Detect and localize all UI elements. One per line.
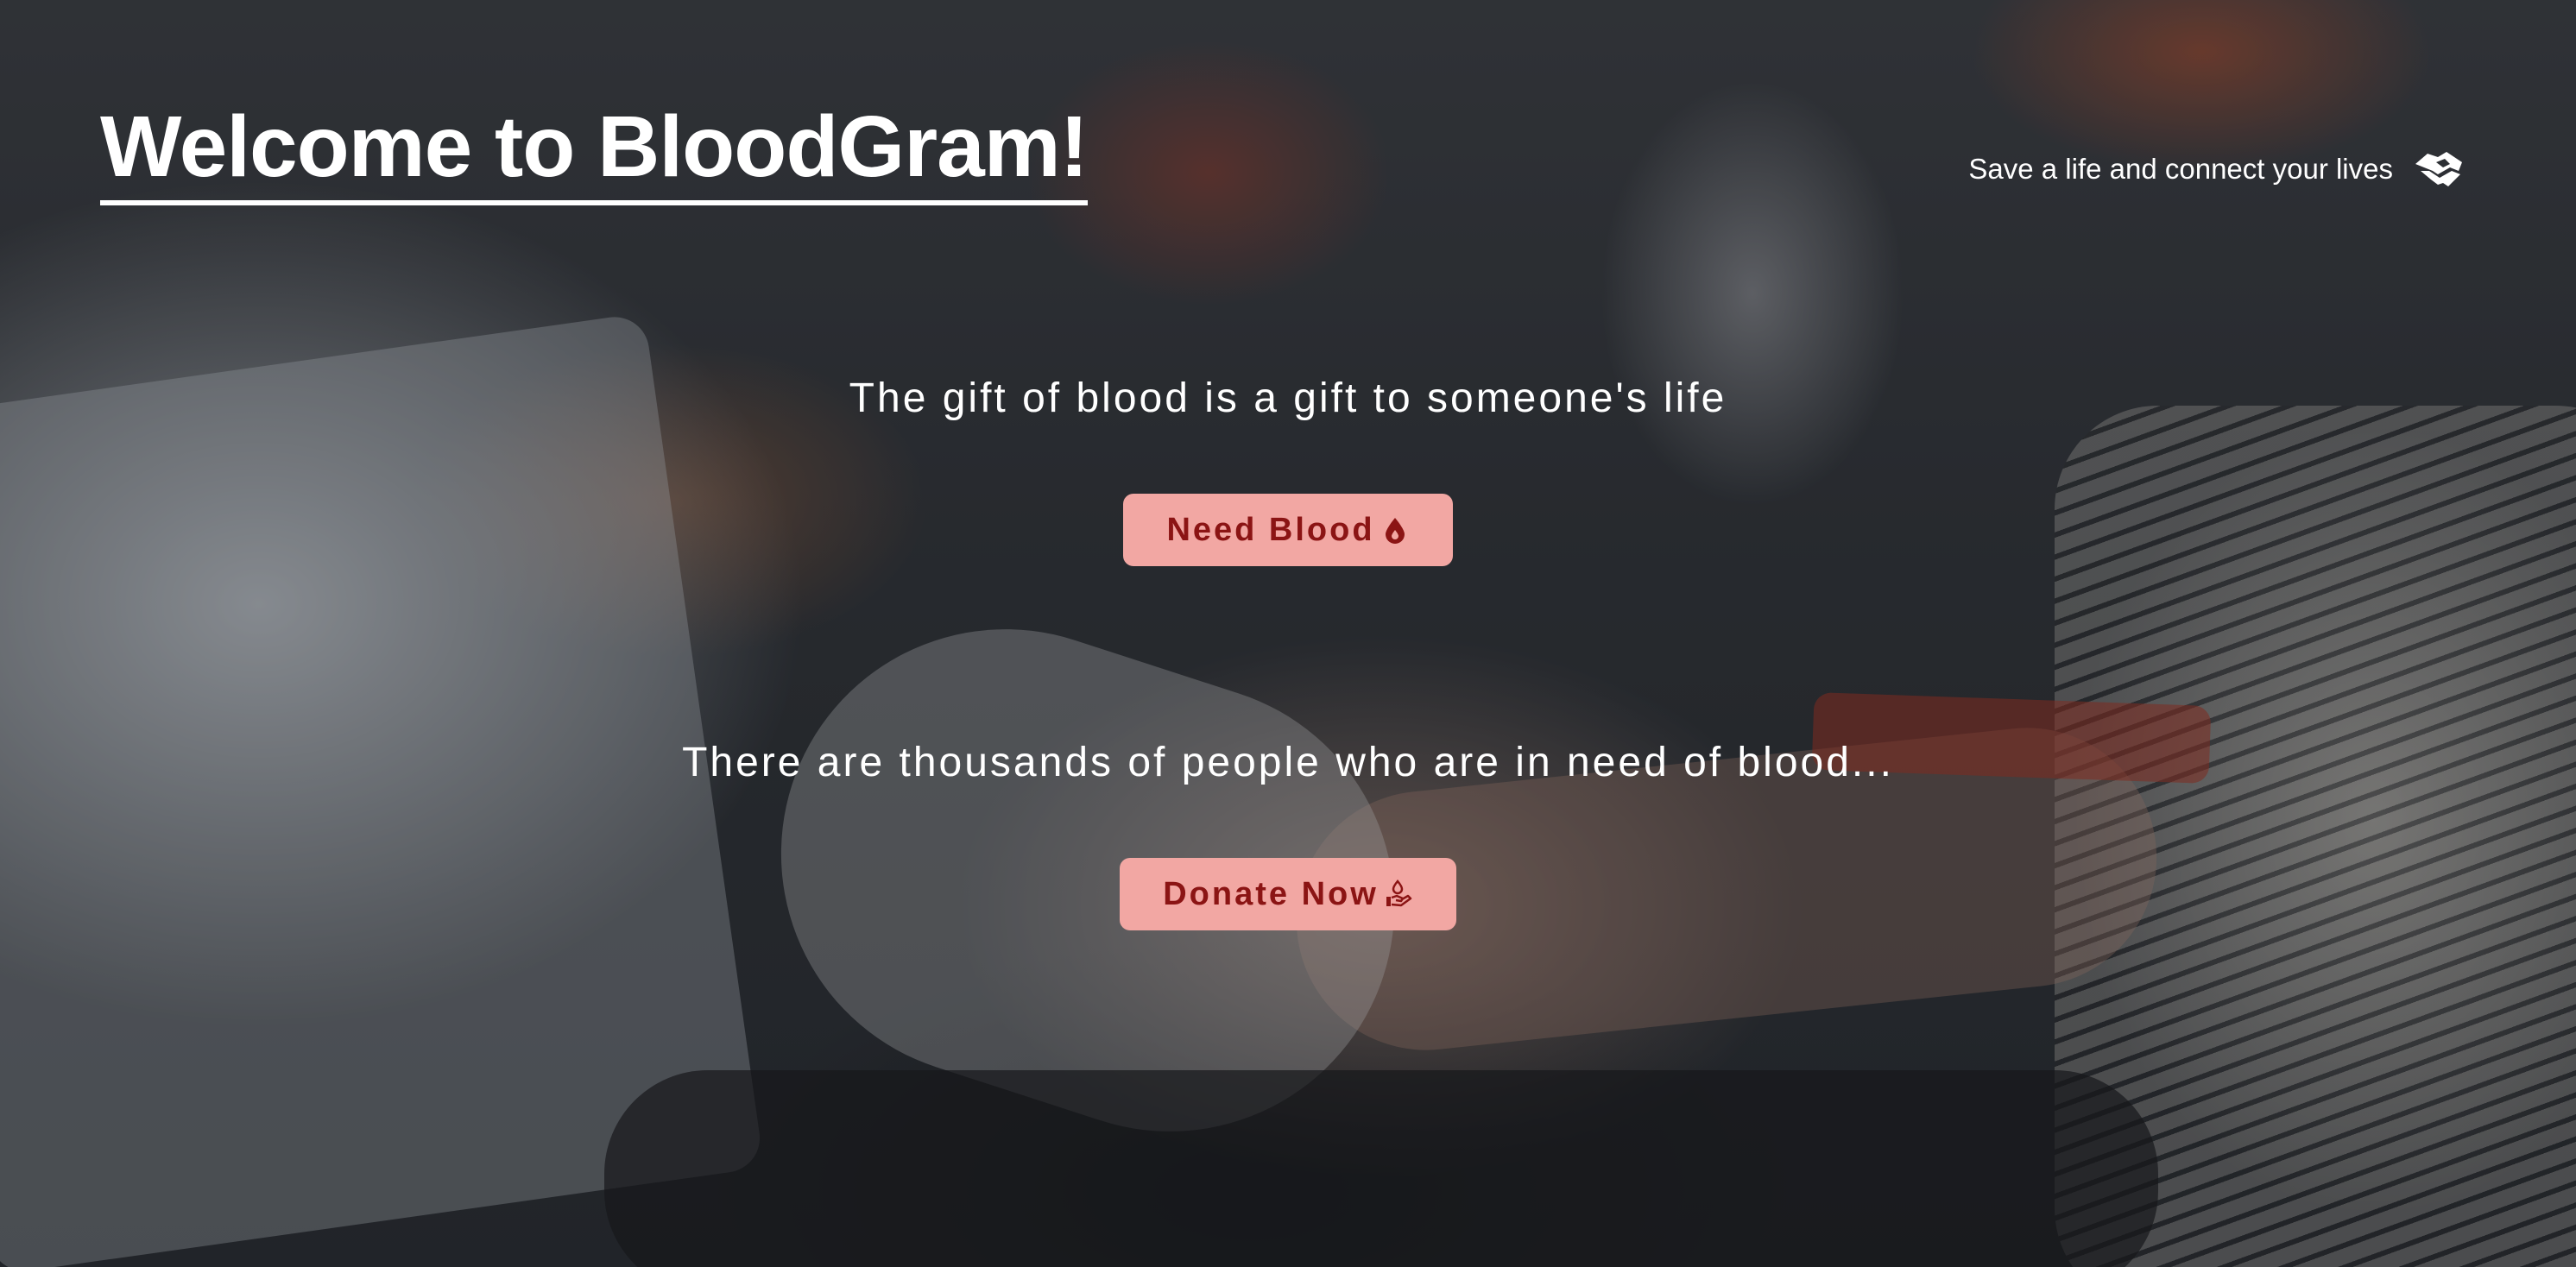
button-label: Need Blood <box>1166 511 1375 548</box>
page-title: Welcome to BloodGram! <box>100 97 1089 205</box>
section-heading: The gift of blood is a gift to someone's… <box>849 375 1727 421</box>
donate-now-button[interactable]: Donate Now <box>1120 858 1456 930</box>
section-heading: There are thousands of people who are in… <box>682 740 1894 785</box>
hero-section: Welcome to BloodGram! Save a life and co… <box>0 0 2576 1267</box>
blood-drop-icon <box>1380 515 1410 545</box>
need-blood-button[interactable]: Need Blood <box>1123 494 1453 566</box>
tagline-text: Save a life and connect your lives <box>1968 153 2393 185</box>
hand-donate-icon <box>1384 879 1413 909</box>
button-label: Donate Now <box>1163 875 1379 912</box>
handshake-icon <box>2412 145 2467 193</box>
need-blood-section: The gift of blood is a gift to someone's… <box>0 366 2576 566</box>
donate-section: There are thousands of people who are in… <box>0 730 2576 930</box>
tagline: Save a life and connect your lives <box>1968 145 2467 193</box>
